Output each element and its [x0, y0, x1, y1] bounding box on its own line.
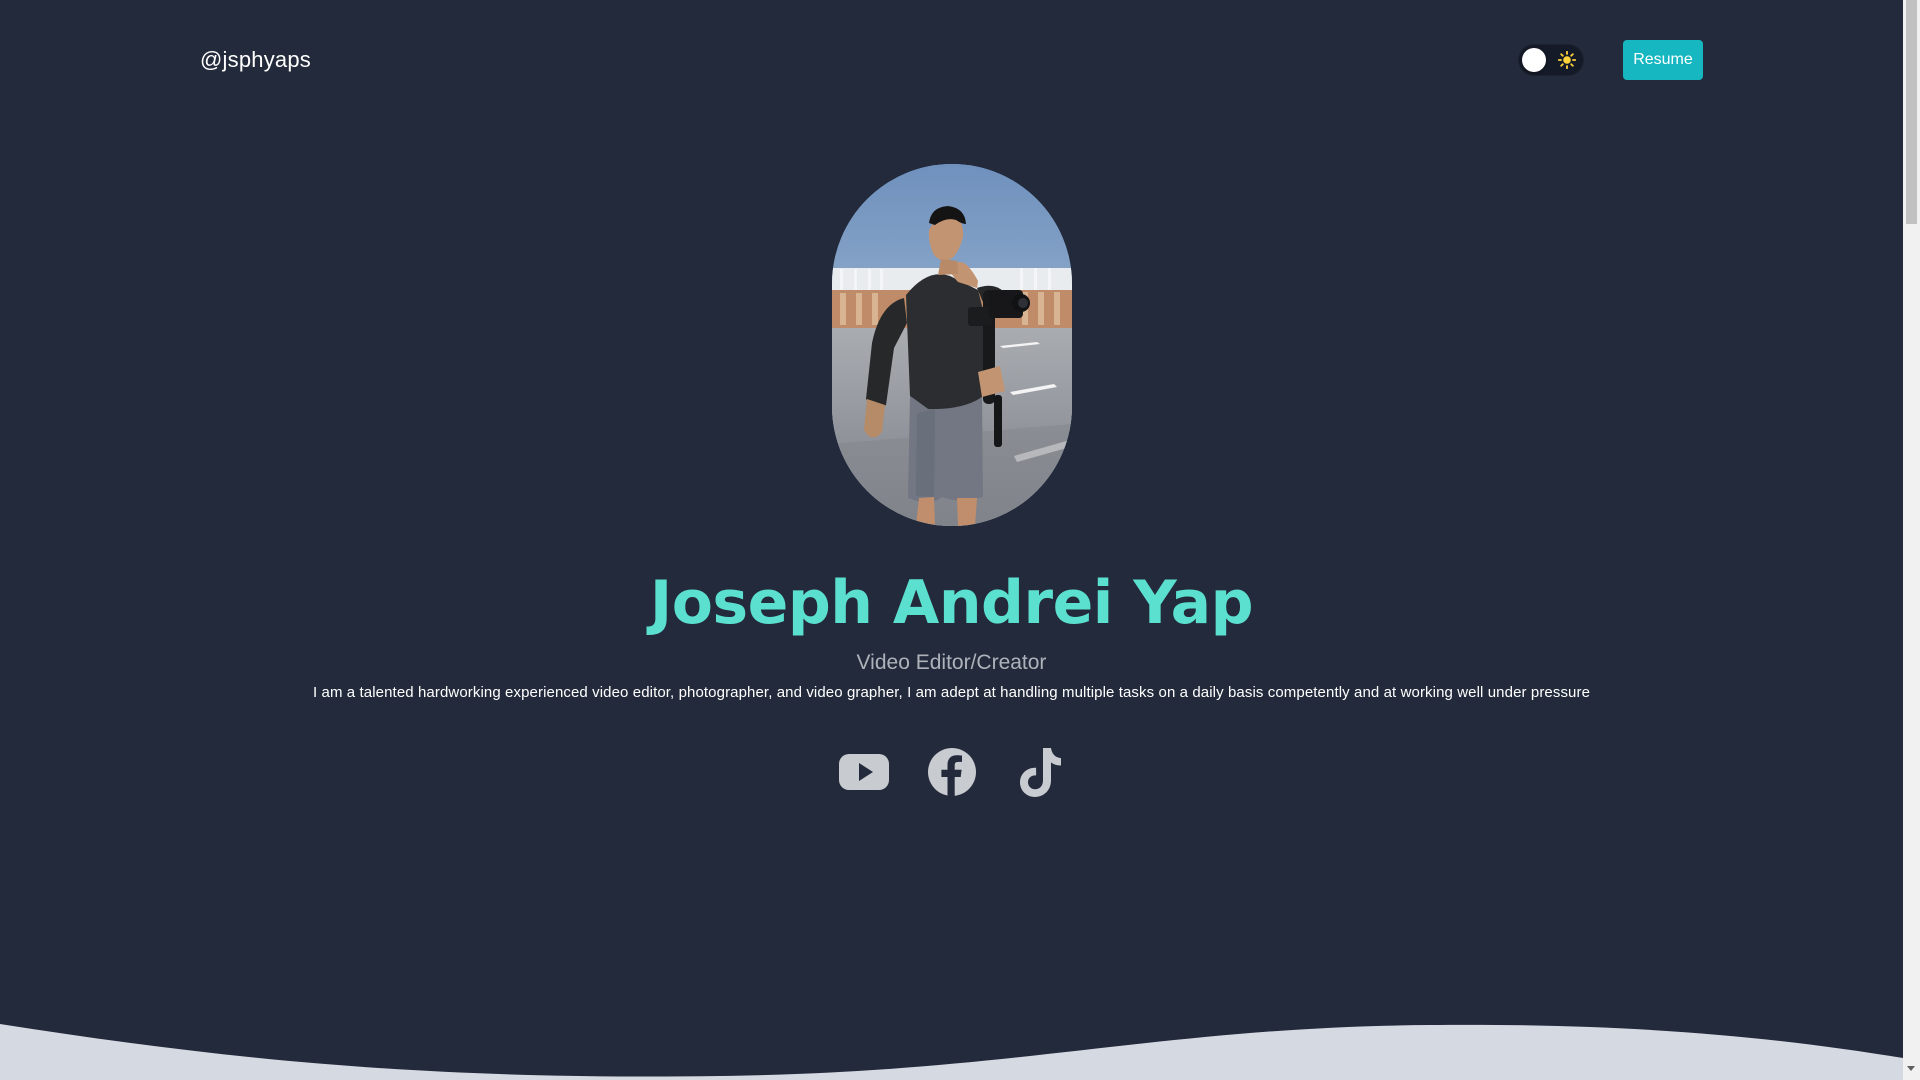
profile-name: Joseph Andrei Yap	[649, 568, 1254, 638]
facebook-link[interactable]	[926, 744, 978, 800]
portfolio-page: @jsphyaps Resume Joseph Andrei Yap Video…	[0, 0, 1920, 1080]
tiktok-link[interactable]	[1014, 744, 1066, 800]
resume-button[interactable]: Resume	[1623, 40, 1703, 80]
sun-icon	[1558, 51, 1576, 69]
toggle-knob[interactable]	[1522, 48, 1546, 72]
theme-toggle[interactable]	[1518, 44, 1584, 76]
profile-role: Video Editor/Creator	[856, 651, 1047, 674]
youtube-link[interactable]	[838, 744, 890, 800]
tiktok-icon	[1020, 748, 1061, 797]
scroll-down-arrow-icon[interactable]	[1907, 1066, 1915, 1071]
site-brand[interactable]: @jsphyaps	[200, 46, 311, 74]
vertical-scrollbar[interactable]	[1903, 0, 1920, 1080]
page-viewport: @jsphyaps Resume Joseph Andrei Yap Video…	[0, 0, 1903, 1080]
bottom-wave-divider	[0, 1024, 1903, 1080]
profile-photo	[832, 164, 1072, 526]
social-links	[838, 744, 1078, 804]
profile-avatar	[832, 164, 1072, 526]
youtube-icon	[839, 754, 889, 790]
profile-bio: I am a talented hardworking experienced …	[312, 684, 1591, 701]
facebook-icon	[928, 748, 976, 796]
scrollbar-thumb[interactable]	[1906, 0, 1917, 224]
